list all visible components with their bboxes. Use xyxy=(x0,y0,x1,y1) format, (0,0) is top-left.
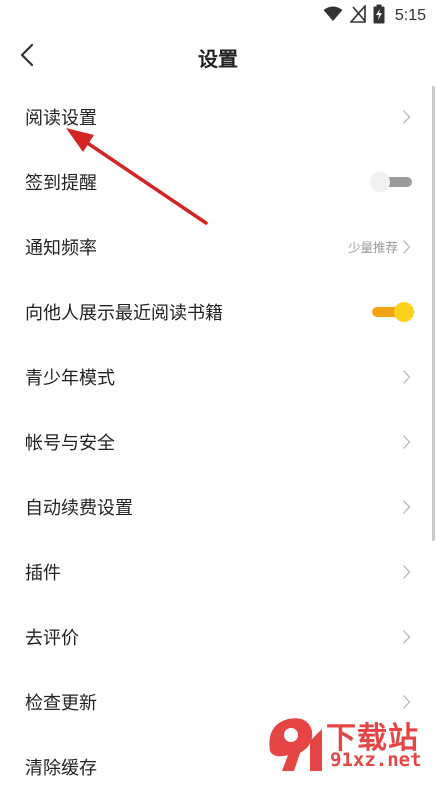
chevron-right-icon xyxy=(402,629,411,644)
setting-label: 青少年模式 xyxy=(25,367,115,389)
row-right xyxy=(402,434,411,450)
chevron-right-icon xyxy=(402,239,411,254)
toggle-knob xyxy=(370,171,390,192)
row-right xyxy=(402,499,411,515)
battery-charging-icon xyxy=(373,4,385,28)
setting-row-checkin-reminder: 签到提醒 xyxy=(0,149,436,214)
status-icons: 5:15 xyxy=(323,3,426,28)
watermark: 下载站 91xz.net xyxy=(264,709,432,773)
row-right xyxy=(402,629,411,645)
row-right xyxy=(402,369,411,385)
page-title: 设置 xyxy=(198,47,238,71)
watermark-logo-icon xyxy=(269,718,322,771)
setting-value: 少量推荐 xyxy=(347,240,398,255)
setting-row-show-recent-reading: 向他人展示最近阅读书籍 xyxy=(0,279,436,344)
status-time: 5:15 xyxy=(394,7,426,24)
settings-list: 阅读设置 签到提醒 通知频率 少量推荐 向他人展示最近阅读书籍 青少年模式 帐号 xyxy=(0,84,436,799)
setting-label: 插件 xyxy=(25,562,61,584)
chevron-right-icon xyxy=(402,369,411,384)
no-signal-icon xyxy=(349,3,366,27)
row-right xyxy=(402,564,411,580)
chevron-right-icon xyxy=(402,109,411,124)
setting-row-plugins[interactable]: 插件 xyxy=(0,539,436,604)
setting-label: 自动续费设置 xyxy=(25,497,133,519)
setting-row-teen-mode[interactable]: 青少年模式 xyxy=(0,344,436,409)
setting-label: 检查更新 xyxy=(25,692,97,714)
setting-row-account-security[interactable]: 帐号与安全 xyxy=(0,409,436,474)
row-right: 少量推荐 xyxy=(348,237,411,256)
row-right xyxy=(402,694,411,710)
setting-label: 通知频率 xyxy=(25,237,97,259)
chevron-right-icon xyxy=(402,694,411,709)
chevron-right-icon xyxy=(402,564,411,579)
setting-label: 阅读设置 xyxy=(25,107,97,129)
scrollbar[interactable] xyxy=(432,86,435,541)
setting-row-reading[interactable]: 阅读设置 xyxy=(0,84,436,149)
setting-row-notification-frequency[interactable]: 通知频率 少量推荐 xyxy=(0,214,436,279)
setting-label: 签到提醒 xyxy=(25,172,97,194)
chevron-right-icon xyxy=(402,499,411,514)
status-bar: 5:15 xyxy=(0,0,436,32)
setting-label: 帐号与安全 xyxy=(25,432,115,454)
chevron-right-icon xyxy=(402,434,411,449)
watermark-sub-text: 91xz.net xyxy=(330,749,422,771)
setting-label: 清除缓存 xyxy=(25,757,97,779)
setting-row-auto-renew[interactable]: 自动续费设置 xyxy=(0,474,436,539)
checkin-reminder-toggle[interactable] xyxy=(370,171,414,193)
setting-label: 向他人展示最近阅读书籍 xyxy=(25,302,223,324)
row-right xyxy=(402,109,411,125)
setting-row-rate-app[interactable]: 去评价 xyxy=(0,604,436,669)
header: 设置 xyxy=(0,32,436,82)
toggle-knob xyxy=(394,301,414,322)
show-recent-reading-toggle[interactable] xyxy=(370,301,414,323)
setting-label: 去评价 xyxy=(25,627,79,649)
wifi-icon xyxy=(323,6,343,26)
